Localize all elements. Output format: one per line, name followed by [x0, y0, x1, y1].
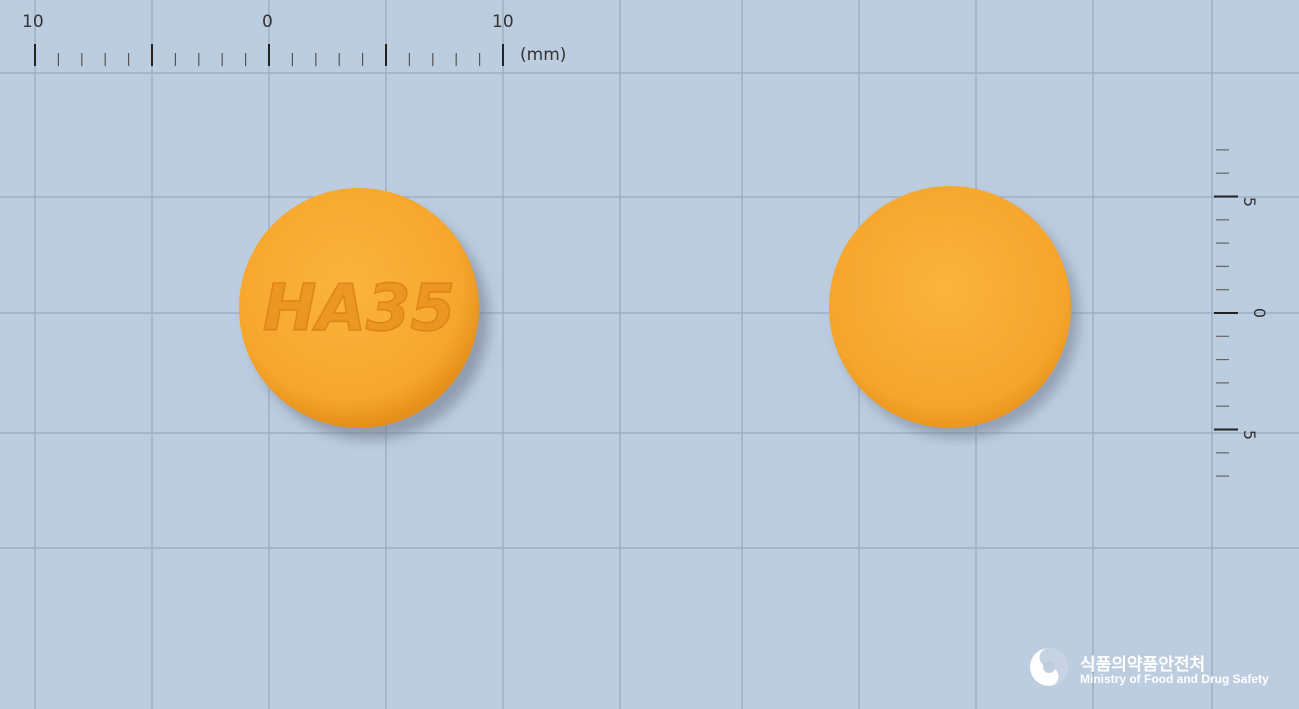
side-ruler-ticks: [1214, 149, 1238, 477]
pill-front-imprint: HA35: [263, 272, 455, 346]
top-ruler-ticks: [34, 44, 504, 66]
pill-front: HA35: [228, 180, 498, 450]
org-name-english: Ministry of Food and Drug Safety: [1080, 672, 1269, 686]
mfds-emblem-icon: [1030, 648, 1068, 686]
pill-back: [818, 176, 1088, 446]
side-ruler-label-center: 0: [1250, 307, 1270, 319]
grid-lines: [0, 0, 1299, 709]
side-ruler-label-bottom: 5: [1240, 429, 1260, 441]
measurement-grid: [0, 0, 1299, 709]
mfds-logo: 식품의약품안전처 Ministry of Food and Drug Safet…: [1028, 646, 1278, 692]
top-ruler-label-right: 10: [492, 12, 514, 32]
top-ruler-label-left: 10: [22, 12, 44, 32]
top-ruler-unit: (mm): [520, 45, 567, 65]
top-ruler-label-center: 0: [262, 12, 273, 32]
pill-back-body: [829, 186, 1071, 428]
side-ruler-label-top: 5: [1240, 196, 1260, 208]
